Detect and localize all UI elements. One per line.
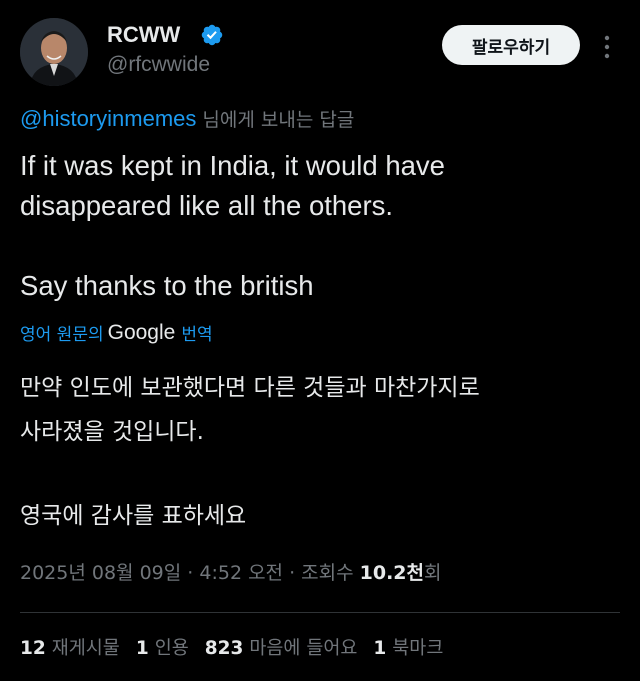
meta-separator: · xyxy=(283,562,302,584)
views-suffix: 회 xyxy=(424,562,442,584)
author-display-name[interactable]: RCWW xyxy=(107,22,180,48)
likes-count: 823 xyxy=(204,638,244,659)
reply-context: @historyinmemes 님에게 보내는 답글 xyxy=(20,105,354,132)
reposts-label: 재게시물 xyxy=(51,638,120,659)
translate-prefix-text: 영어 원문의 xyxy=(20,325,104,345)
verified-badge-icon xyxy=(201,24,223,46)
translate-suffix-text: 번역 xyxy=(181,325,213,345)
quotes-stat[interactable]: 1 인용 xyxy=(136,634,189,660)
google-wordmark: Google xyxy=(107,320,176,344)
meta-separator: · xyxy=(181,562,200,584)
tweet-time[interactable]: 4:52 오전 xyxy=(199,562,283,584)
reply-suffix-text: 님에게 보내는 답글 xyxy=(196,109,355,131)
tweet-paragraph: Say thanks to the british xyxy=(20,270,314,301)
quotes-count: 1 xyxy=(135,638,149,659)
tweet-header: RCWW @rfcwwide 팔로우하기 xyxy=(0,0,640,100)
translation-attribution[interactable]: 영어 원문의 Google 번역 xyxy=(20,320,213,346)
quotes-label: 인용 xyxy=(154,638,189,659)
follow-button[interactable]: 팔로우하기 xyxy=(442,25,580,65)
likes-label: 마음에 들어요 xyxy=(249,638,358,659)
reposts-stat[interactable]: 12 재게시물 xyxy=(20,634,120,660)
bookmarks-count: 1 xyxy=(373,638,387,659)
tweet-date[interactable]: 2025년 08월 09일 xyxy=(20,562,181,584)
author-handle[interactable]: @rfcwwide xyxy=(107,53,210,77)
likes-stat[interactable]: 823 마음에 들어요 xyxy=(205,634,358,660)
avatar-photo xyxy=(20,18,88,86)
translated-paragraph: 영국에 감사를 표하세요 xyxy=(20,503,247,529)
reposts-count: 12 xyxy=(20,638,46,659)
author-avatar[interactable] xyxy=(20,18,88,86)
tweet-body: If it was kept in India, it would have d… xyxy=(20,146,620,306)
translated-paragraph: 만약 인도에 보관했다면 다른 것들과 마찬가지로 사라졌을 것입니다. xyxy=(20,375,480,445)
reply-mention-link[interactable]: @historyinmemes xyxy=(20,106,196,131)
more-vertical-icon[interactable] xyxy=(600,34,614,60)
views-label: 조회수 xyxy=(301,562,360,584)
bookmarks-stat[interactable]: 1 북마크 xyxy=(373,634,443,660)
engagement-stats: 12 재게시물 1 인용 823 마음에 들어요 1 북마크 xyxy=(20,634,459,660)
views-count: 10.2천 xyxy=(359,562,424,584)
tweet-metadata: 2025년 08월 09일 · 4:52 오전 · 조회수 10.2천회 xyxy=(20,558,441,585)
tweet-paragraph: If it was kept in India, it would have d… xyxy=(20,150,445,221)
translated-body: 만약 인도에 보관했다면 다른 것들과 마찬가지로 사라졌을 것입니다. 영국에… xyxy=(20,366,630,538)
stats-divider xyxy=(20,612,620,613)
bookmarks-label: 북마크 xyxy=(392,638,444,659)
